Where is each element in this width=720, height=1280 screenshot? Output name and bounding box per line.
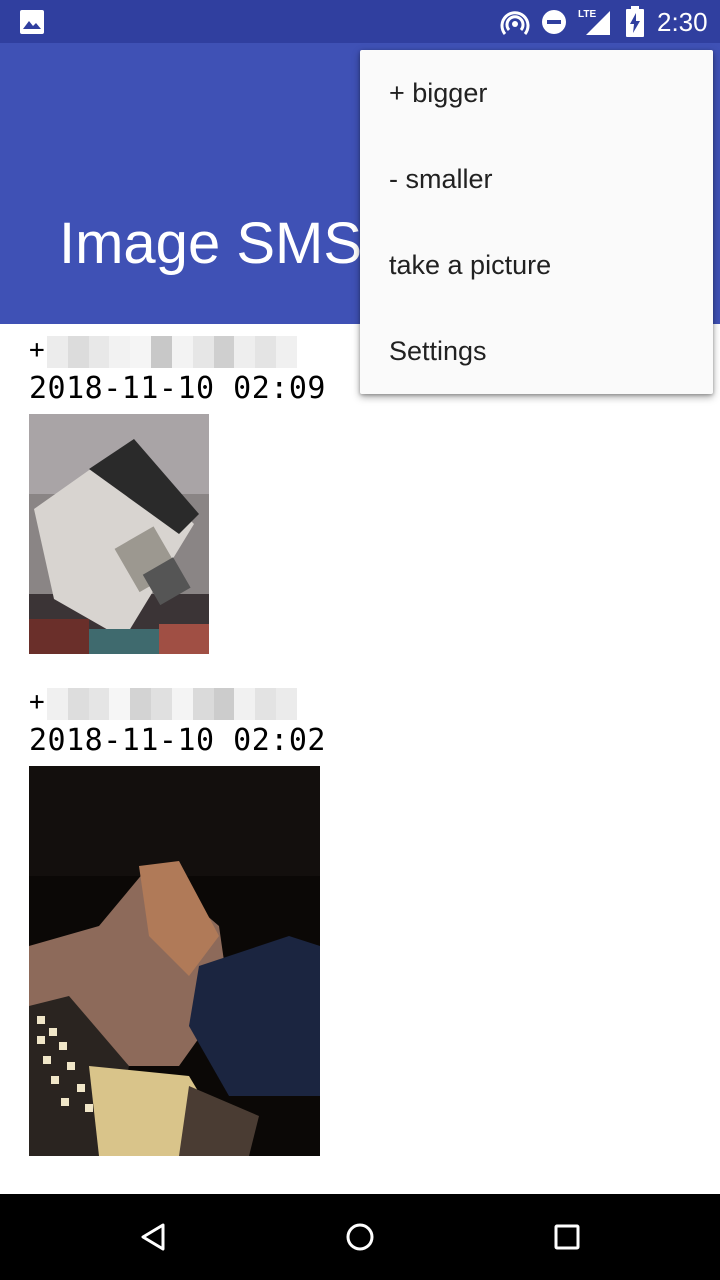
- battery-charging-icon: [626, 6, 644, 37]
- status-time: 2:30: [657, 7, 708, 37]
- message-list[interactable]: + 2018-11-10 02:09 + 2018-11-10 02:02: [0, 324, 720, 1194]
- hotspot-icon: [500, 11, 530, 35]
- menu-item-take-picture[interactable]: take a picture: [360, 222, 713, 308]
- gallery-icon: [20, 10, 44, 34]
- message-item[interactable]: + 2018-11-10 02:09: [29, 332, 326, 654]
- status-bar: LTE 2:30: [0, 0, 720, 43]
- message-photo[interactable]: [29, 414, 209, 654]
- lte-label: LTE: [578, 9, 596, 20]
- menu-item-settings[interactable]: Settings: [360, 308, 713, 394]
- menu-item-bigger[interactable]: + bigger: [360, 50, 713, 136]
- sender-phone: +: [29, 332, 319, 368]
- message-photo[interactable]: [29, 766, 320, 1156]
- app-title: Image SMS: [59, 211, 362, 276]
- message-date: 2018-11-10 02:09: [29, 371, 326, 406]
- overflow-menu: + bigger - smaller take a picture Settin…: [360, 50, 713, 394]
- message-date: 2018-11-10 02:02: [29, 723, 326, 758]
- menu-item-smaller[interactable]: - smaller: [360, 136, 713, 222]
- navigation-bar: [0, 1194, 720, 1280]
- recents-icon[interactable]: [547, 1217, 587, 1257]
- do-not-disturb-icon: [542, 10, 566, 34]
- home-icon[interactable]: [340, 1217, 380, 1257]
- message-item[interactable]: + 2018-11-10 02:02: [29, 684, 326, 1156]
- phone-prefix: +: [29, 335, 45, 365]
- phone-prefix: +: [29, 687, 45, 717]
- back-icon[interactable]: [133, 1217, 173, 1257]
- redacted-phone-number: [47, 336, 297, 368]
- lte-signal-icon: LTE: [578, 9, 610, 35]
- redacted-phone-number: [47, 688, 297, 720]
- sender-phone: +: [29, 684, 319, 720]
